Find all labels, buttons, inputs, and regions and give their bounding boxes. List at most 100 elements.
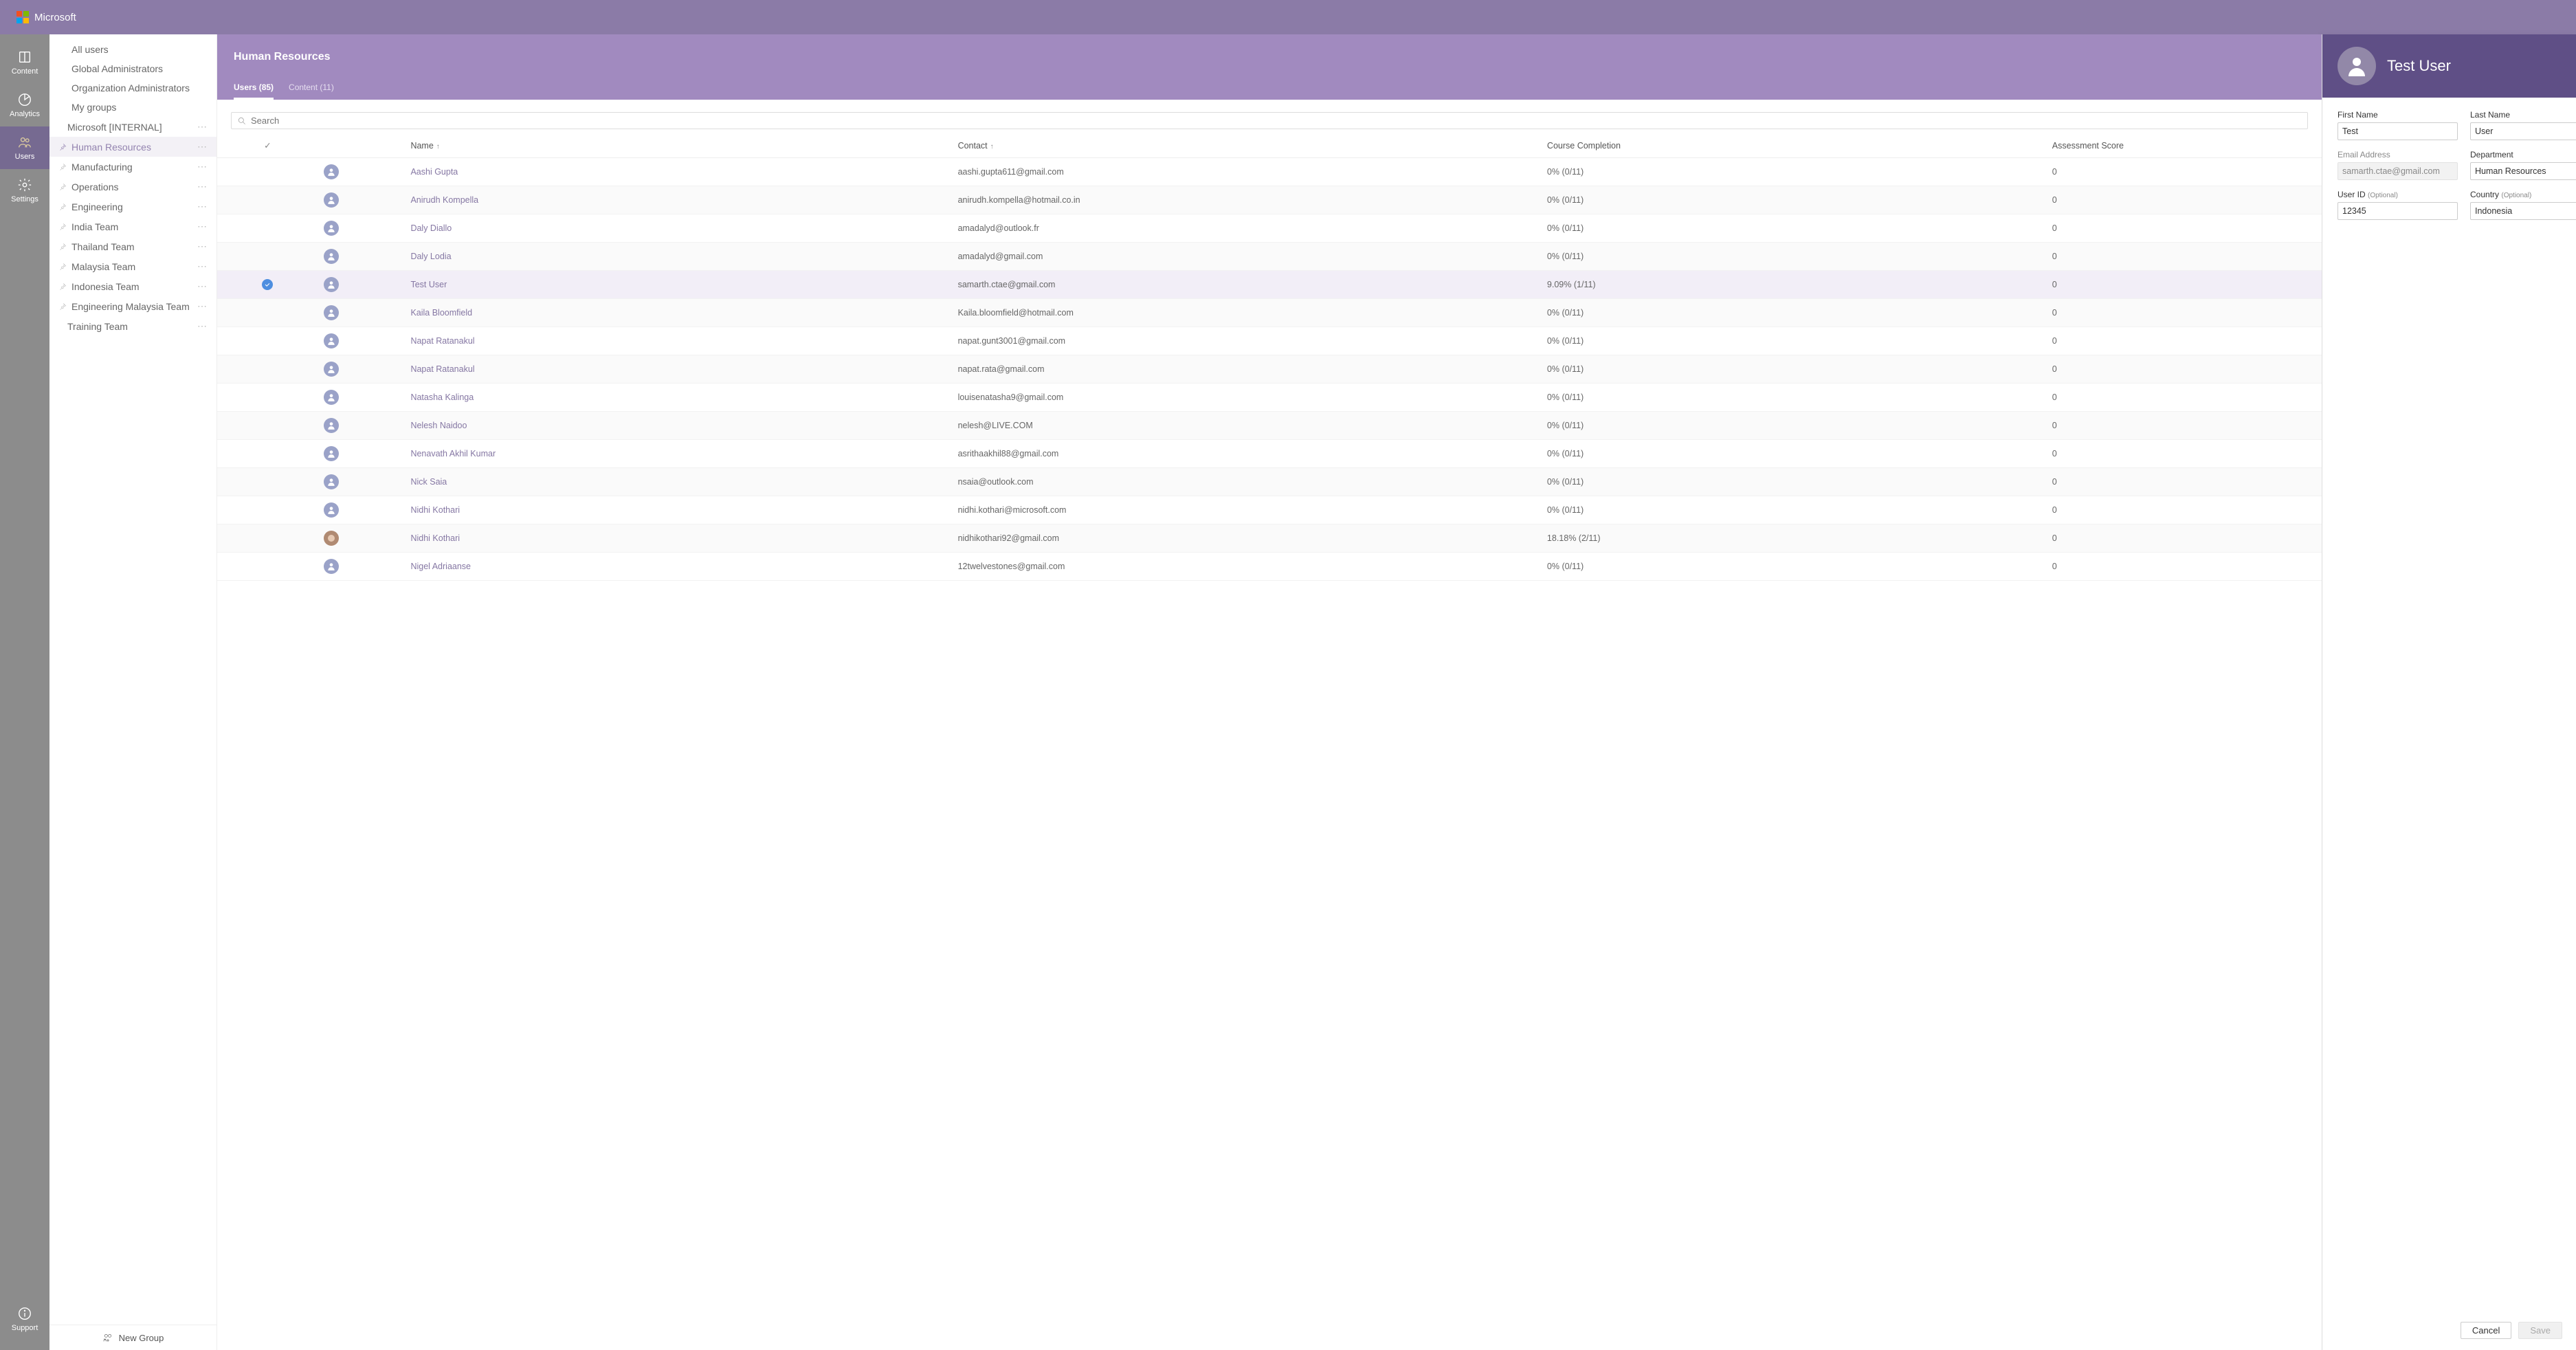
sidebar-item[interactable]: Training Team⋯: [49, 316, 216, 336]
more-icon[interactable]: ⋯: [196, 161, 208, 173]
table-row[interactable]: Nick Saiansaia@outlook.com0% (0/11)0: [217, 468, 2322, 496]
row-select[interactable]: [217, 327, 318, 355]
user-name[interactable]: Anirudh Kompella: [405, 186, 952, 214]
new-group-button[interactable]: New Group: [49, 1325, 216, 1350]
row-select[interactable]: [217, 271, 318, 299]
table-row[interactable]: Nenavath Akhil Kumarasrithaakhil88@gmail…: [217, 440, 2322, 468]
user-name[interactable]: Nigel Adriaanse: [405, 553, 952, 581]
navrail-analytics[interactable]: Analytics: [0, 84, 49, 126]
microsoft-logo-icon: [16, 11, 29, 23]
more-icon[interactable]: ⋯: [196, 221, 208, 232]
sidebar-item[interactable]: All users: [49, 40, 216, 59]
user-name[interactable]: Napat Ratanakul: [405, 327, 952, 355]
table-row[interactable]: Nidhi Kotharinidhi.kothari@microsoft.com…: [217, 496, 2322, 524]
navrail-users[interactable]: Users: [0, 126, 49, 169]
sidebar-item[interactable]: Thailand Team⋯: [49, 236, 216, 256]
search-box[interactable]: [231, 112, 2308, 129]
more-icon[interactable]: ⋯: [196, 141, 208, 153]
row-select[interactable]: [217, 243, 318, 271]
user-name[interactable]: Aashi Gupta: [405, 158, 952, 186]
sidebar-item[interactable]: Human Resources⋯: [49, 137, 216, 157]
sidebar-item[interactable]: Indonesia Team⋯: [49, 276, 216, 296]
country-select[interactable]: Indonesia: [2470, 202, 2576, 220]
sidebar-item[interactable]: My groups: [49, 98, 216, 117]
table-row[interactable]: Test Usersamarth.ctae@gmail.com9.09% (1/…: [217, 271, 2322, 299]
navrail-settings[interactable]: Settings: [0, 169, 49, 212]
first-name-input[interactable]: [2338, 122, 2458, 140]
table-row[interactable]: Napat Ratanakulnapat.gunt3001@gmail.com0…: [217, 327, 2322, 355]
more-icon[interactable]: ⋯: [196, 261, 208, 272]
table-row[interactable]: Daly Dialloamadalyd@outlook.fr0% (0/11)0: [217, 214, 2322, 243]
more-icon[interactable]: ⋯: [196, 181, 208, 192]
row-select[interactable]: [217, 214, 318, 243]
col-score-header[interactable]: Assessment Score: [2047, 133, 2322, 158]
row-select[interactable]: [217, 440, 318, 468]
table-row[interactable]: Natasha Kalingalouisenatasha9@gmail.com0…: [217, 384, 2322, 412]
col-contact-header[interactable]: Contact↑: [953, 133, 1542, 158]
table-row[interactable]: Daly Lodiaamadalyd@gmail.com0% (0/11)0: [217, 243, 2322, 271]
selected-check-icon[interactable]: [262, 279, 273, 290]
user-name[interactable]: Nick Saia: [405, 468, 952, 496]
col-name-header[interactable]: Name↑: [405, 133, 952, 158]
user-name[interactable]: Nidhi Kothari: [405, 496, 952, 524]
row-select[interactable]: [217, 355, 318, 384]
sidebar-item[interactable]: Malaysia Team⋯: [49, 256, 216, 276]
sidebar-item[interactable]: Manufacturing⋯: [49, 157, 216, 177]
sidebar-item[interactable]: Engineering Malaysia Team⋯: [49, 296, 216, 316]
row-select[interactable]: [217, 496, 318, 524]
more-icon[interactable]: ⋯: [196, 320, 208, 332]
row-select[interactable]: [217, 299, 318, 327]
table-row[interactable]: Anirudh Kompellaanirudh.kompella@hotmail…: [217, 186, 2322, 214]
search-input[interactable]: [251, 115, 2302, 126]
sidebar-item[interactable]: Engineering⋯: [49, 197, 216, 217]
navrail-support[interactable]: Support: [0, 1298, 49, 1340]
user-name[interactable]: Napat Ratanakul: [405, 355, 952, 384]
row-select[interactable]: [217, 412, 318, 440]
brand-logo[interactable]: Microsoft: [16, 11, 76, 23]
user-name[interactable]: Test User: [405, 271, 952, 299]
table-row[interactable]: Nidhi Kotharinidhikothari92@gmail.com18.…: [217, 524, 2322, 553]
more-icon[interactable]: ⋯: [196, 280, 208, 292]
table-row[interactable]: Kaila BloomfieldKaila.bloomfield@hotmail…: [217, 299, 2322, 327]
avatar-icon: [324, 305, 339, 320]
user-name[interactable]: Daly Diallo: [405, 214, 952, 243]
more-icon[interactable]: ⋯: [196, 121, 208, 133]
col-select[interactable]: ✓: [217, 133, 318, 158]
user-name[interactable]: Nelesh Naidoo: [405, 412, 952, 440]
more-icon[interactable]: ⋯: [196, 201, 208, 212]
save-button[interactable]: Save: [2518, 1322, 2562, 1339]
table-row[interactable]: Nigel Adriaanse12twelvestones@gmail.com0…: [217, 553, 2322, 581]
main-tab[interactable]: Content (11): [289, 77, 334, 100]
table-row[interactable]: Aashi Guptaaashi.gupta611@gmail.com0% (0…: [217, 158, 2322, 186]
row-select[interactable]: [217, 186, 318, 214]
navrail-content[interactable]: Content: [0, 41, 49, 84]
user-name[interactable]: Nenavath Akhil Kumar: [405, 440, 952, 468]
user-name[interactable]: Daly Lodia: [405, 243, 952, 271]
sort-ascending-icon: ↑: [436, 143, 440, 151]
sidebar-item[interactable]: Organization Administrators: [49, 78, 216, 98]
table-row[interactable]: Napat Ratanakulnapat.rata@gmail.com0% (0…: [217, 355, 2322, 384]
row-select[interactable]: [217, 468, 318, 496]
col-course-header[interactable]: Course Completion: [1542, 133, 2047, 158]
user-name[interactable]: Natasha Kalinga: [405, 384, 952, 412]
more-icon[interactable]: ⋯: [196, 241, 208, 252]
table-row[interactable]: Nelesh Naidoonelesh@LIVE.COM0% (0/11)0: [217, 412, 2322, 440]
sidebar-item[interactable]: Microsoft [INTERNAL]⋯: [49, 117, 216, 137]
row-select[interactable]: [217, 158, 318, 186]
cancel-button[interactable]: Cancel: [2461, 1322, 2511, 1339]
field-email: Email Address: [2338, 150, 2458, 180]
more-icon[interactable]: ⋯: [196, 300, 208, 312]
user-name[interactable]: Kaila Bloomfield: [405, 299, 952, 327]
row-select[interactable]: [217, 384, 318, 412]
sidebar-item[interactable]: India Team⋯: [49, 217, 216, 236]
department-select[interactable]: Human Resources: [2470, 162, 2576, 180]
sidebar-item-label: My groups: [71, 102, 208, 113]
main-tab[interactable]: Users (85): [234, 77, 274, 100]
row-select[interactable]: [217, 553, 318, 581]
user-name[interactable]: Nidhi Kothari: [405, 524, 952, 553]
last-name-input[interactable]: [2470, 122, 2576, 140]
sidebar-item[interactable]: Global Administrators: [49, 59, 216, 78]
user-id-input[interactable]: [2338, 202, 2458, 220]
row-select[interactable]: [217, 524, 318, 553]
sidebar-item[interactable]: Operations⋯: [49, 177, 216, 197]
